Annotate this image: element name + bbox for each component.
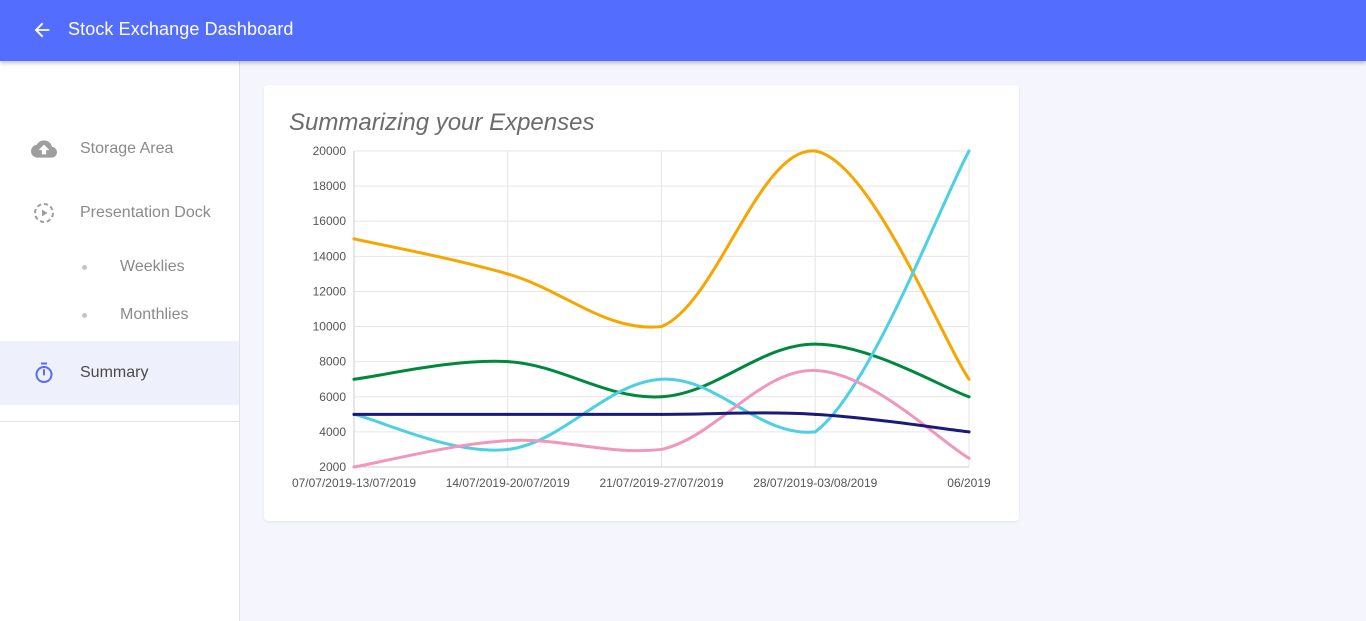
data-point (967, 149, 971, 153)
data-point (660, 447, 663, 451)
data-point (660, 395, 663, 399)
x-tick-label: 06/2019 (947, 476, 991, 490)
data-point (352, 465, 356, 469)
y-tick-label: 10000 (313, 320, 347, 334)
timer-icon (31, 360, 57, 386)
sidebar-item-label: Presentation Dock (80, 204, 211, 221)
app-title: Stock Exchange Dashboard (68, 19, 294, 39)
data-point (660, 377, 663, 381)
data-point (352, 412, 356, 416)
data-point (352, 237, 356, 241)
y-tick-label: 4000 (319, 425, 346, 439)
data-point (506, 272, 510, 276)
data-point (813, 412, 817, 416)
x-tick-label: 28/07/2019-03/08/2019 (753, 476, 877, 490)
data-point (813, 342, 817, 346)
sidebar-item-summary[interactable]: Summary (0, 341, 239, 405)
data-point (967, 395, 971, 399)
x-tick-label: 14/07/2019-20/07/2019 (446, 476, 570, 490)
y-tick-label: 12000 (313, 284, 347, 298)
data-point (967, 456, 971, 460)
y-tick-label: 16000 (313, 214, 347, 228)
data-point (660, 412, 663, 416)
data-point (352, 377, 356, 381)
summary-card: Summarizing your Expenses 2000 4000 6000 80… (264, 85, 1019, 521)
y-tick-label: 14000 (313, 249, 347, 263)
play-circle-dashed-icon (31, 200, 57, 226)
expenses-line-chart: 2000 4000 6000 8000 10000 12000 14000 16000 1800… (292, 144, 991, 490)
data-point (813, 149, 817, 153)
data-point (506, 447, 510, 451)
cloud-upload-icon (31, 136, 57, 162)
data-point (506, 439, 510, 443)
y-tick-label: 20000 (313, 144, 347, 158)
data-point (813, 430, 817, 434)
arrow-left-icon (34, 22, 50, 38)
bullet-dot (82, 265, 87, 270)
data-point (506, 360, 510, 364)
y-tick-label: 18000 (313, 179, 347, 193)
sidebar-subitem-monthlies[interactable]: Monthlies (0, 292, 239, 340)
data-point (967, 377, 971, 381)
data-point (813, 368, 817, 372)
sidebar-item-label: Summary (80, 364, 149, 381)
x-tick-label: 07/07/2019-13/07/2019 (292, 476, 416, 490)
bullet-dot (82, 313, 87, 318)
data-point (967, 430, 971, 434)
sidebar-subitem-label: Weeklies (120, 258, 185, 275)
sidebar-subitem-label: Monthlies (120, 306, 189, 323)
y-tick-label: 6000 (319, 390, 346, 404)
back-button[interactable] (26, 14, 58, 46)
sidebar-item-label: Storage Area (80, 140, 174, 157)
data-point (660, 325, 663, 329)
sidebar-item-presentation-dock[interactable]: Presentation Dock (0, 181, 239, 245)
app-bar: Stock Exchange Dashboard (0, 0, 1366, 61)
data-point (506, 412, 510, 416)
y-tick-label: 8000 (319, 355, 346, 369)
y-tick-label: 2000 (319, 460, 346, 474)
x-tick-label: 21/07/2019-27/07/2019 (599, 476, 723, 490)
sidebar: Storage Area Presentation Dock Weeklies … (0, 61, 240, 621)
sidebar-item-storage-area[interactable]: Storage Area (0, 117, 239, 181)
sidebar-subitem-weeklies[interactable]: Weeklies (0, 244, 239, 292)
sidebar-divider (0, 421, 239, 422)
